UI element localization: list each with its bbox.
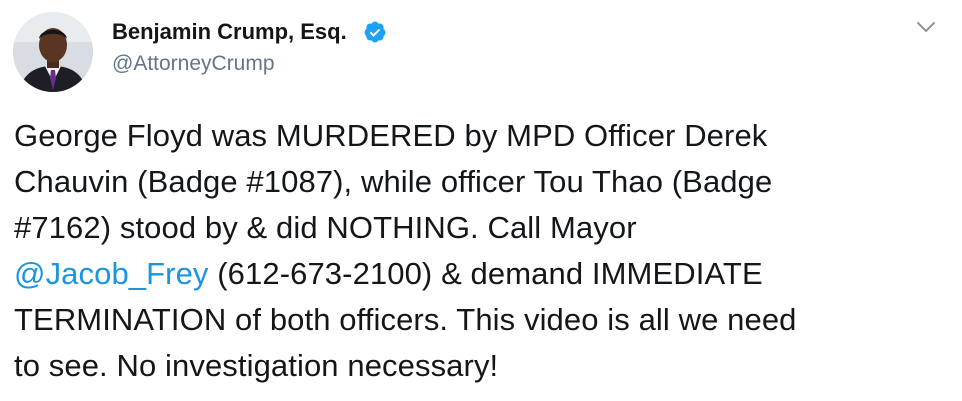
tweet-text-part: George Floyd was MURDERED by MPD Officer… <box>14 118 773 245</box>
verified-badge-icon <box>364 21 386 43</box>
tweet-text: George Floyd was MURDERED by MPD Officer… <box>14 113 954 389</box>
avatar-photo-icon <box>13 12 93 92</box>
avatar[interactable] <box>13 12 93 92</box>
tweet-card: Benjamin Crump, Esq. @AttorneyCrump Geor… <box>0 0 962 401</box>
author-display-name[interactable]: Benjamin Crump, Esq. <box>112 18 347 46</box>
author-handle[interactable]: @AttorneyCrump <box>112 50 275 78</box>
chevron-down-icon[interactable] <box>913 14 939 40</box>
mention-link[interactable]: @Jacob_Frey <box>14 256 209 291</box>
